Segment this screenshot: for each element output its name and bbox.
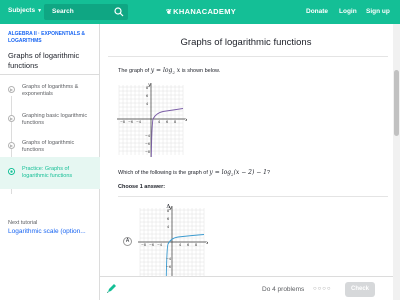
x-axis-label: x — [185, 117, 187, 123]
x-tick-label: −6 — [149, 243, 154, 247]
chevron-down-icon: ▼ — [37, 8, 43, 14]
sidebar-item-label: Graphs of logarithms & exponentials — [22, 84, 79, 97]
subjects-label: Subjects — [8, 7, 36, 14]
login-link[interactable]: Login — [339, 8, 357, 15]
leaf-icon: ❦ — [166, 9, 173, 16]
sidebar-item-label: Graphing basic logarithmic functions — [22, 113, 88, 126]
search-placeholder: Search — [52, 8, 74, 15]
x-tick-label: −6 — [128, 120, 133, 124]
divider — [108, 56, 388, 57]
x-tick-label: −8 — [141, 243, 146, 247]
statement-equation: y = log2 x — [150, 67, 180, 75]
check-button[interactable]: Check — [345, 282, 375, 297]
equation-text: y = log — [209, 169, 232, 176]
y-tick-label: −8 — [145, 150, 150, 154]
x-tick-label: −8 — [120, 120, 125, 124]
problem-statement: The graph of y = log2 x is shown below. — [118, 67, 220, 75]
y-tick-label: 4 — [146, 102, 148, 106]
subjects-menu[interactable]: Subjects ▼ — [8, 7, 42, 14]
x-axis-label: x — [206, 240, 208, 246]
statement-text: is shown below. — [180, 68, 221, 74]
y-tick-label: −6 — [145, 142, 150, 146]
search-input[interactable]: Search — [44, 4, 128, 20]
y-tick-label: 6 — [146, 94, 148, 98]
progress-dots: ○○○○ — [313, 286, 332, 292]
next-tutorial-caption: Next tutorial — [8, 220, 38, 226]
scrollbar-thumb[interactable] — [394, 70, 399, 136]
y-tick-label: 8 — [146, 86, 148, 90]
question-equation: y = log2(x − 2) − 1 — [209, 169, 267, 177]
signup-link[interactable]: Sign up — [366, 8, 390, 15]
y-tick-label: 8 — [167, 209, 169, 213]
y-tick-label: −4 — [166, 257, 171, 261]
choice-a-graph[interactable]: x y −8 −6 −4 4 6 8 8 6 4 −4 −6 — [136, 204, 208, 276]
sidebar-item-label: Practice: Graphs of logarithmic function… — [22, 166, 73, 179]
statement-text: The graph of — [118, 68, 151, 74]
x-tick-label: −4 — [136, 120, 141, 124]
exercise-panel: Graphs of logarithmic functions The grap… — [100, 24, 392, 276]
top-nav-bar: Subjects ▼ Search ❦KHANACADEMY Donate Log… — [0, 0, 400, 24]
scrollbar[interactable] — [393, 24, 400, 300]
question-text-part: ? — [266, 170, 271, 176]
x-tick-label: 4 — [158, 120, 160, 124]
x-tick-label: 4 — [179, 243, 181, 247]
question-text: Which of the following is the graph of y… — [118, 169, 270, 177]
given-log-graph: x y −8 −6 −4 4 6 8 8 6 4 −4 −6 −8 — [117, 82, 187, 158]
sidebar: ALGEBRA II · EXPONENTIALS & LOGARITHMS G… — [0, 24, 100, 300]
play-icon: ▶ — [8, 86, 15, 93]
y-tick-label: −6 — [166, 265, 171, 269]
y-tick-label: −4 — [145, 134, 150, 138]
donate-link[interactable]: Donate — [306, 8, 328, 15]
play-icon: ▶ — [8, 115, 15, 122]
sidebar-title: Graphs of logarithmic functions — [8, 51, 80, 70]
breadcrumb[interactable]: ALGEBRA II · EXPONENTIALS & LOGARITHMS — [8, 31, 96, 44]
sidebar-item-practice-graphs-of-log-functions[interactable]: ✱ Practice: Graphs of logarithmic functi… — [0, 157, 100, 189]
progress-text: Do 4 problems — [262, 286, 305, 293]
equation-text: (x − 2) − 1 — [233, 169, 267, 176]
practice-icon: ✱ — [8, 168, 15, 175]
x-tick-label: −4 — [157, 243, 162, 247]
khan-academy-logo[interactable]: ❦KHANACADEMY — [166, 7, 236, 16]
equation-text: y = log — [150, 67, 173, 74]
y-tick-label: 6 — [167, 217, 169, 221]
divider — [118, 196, 388, 197]
x-tick-label: 6 — [166, 120, 168, 124]
sidebar-item-label: Graphs of logarithmic functions — [22, 140, 75, 153]
choice-a-radio[interactable]: A — [123, 237, 132, 246]
page-title: Graphs of logarithmic functions — [180, 37, 312, 48]
divider — [0, 74, 100, 75]
choose-label: Choose 1 answer: — [118, 184, 166, 190]
magnifier-icon[interactable] — [114, 7, 124, 17]
pencil-hint-icon[interactable] — [106, 282, 118, 294]
exercise-footer: Do 4 problems ○○○○ Check — [100, 276, 393, 300]
next-tutorial-link[interactable]: Logarithmic scale (option... — [8, 228, 86, 235]
x-tick-label: 6 — [187, 243, 189, 247]
logo-text: KHANACADEMY — [173, 7, 237, 16]
question-text-part: Which of the following is the graph of — [118, 170, 210, 176]
y-tick-label: 4 — [167, 225, 169, 229]
x-tick-label: 8 — [174, 120, 176, 124]
x-tick-label: 8 — [195, 243, 197, 247]
play-icon: ▶ — [8, 142, 15, 149]
